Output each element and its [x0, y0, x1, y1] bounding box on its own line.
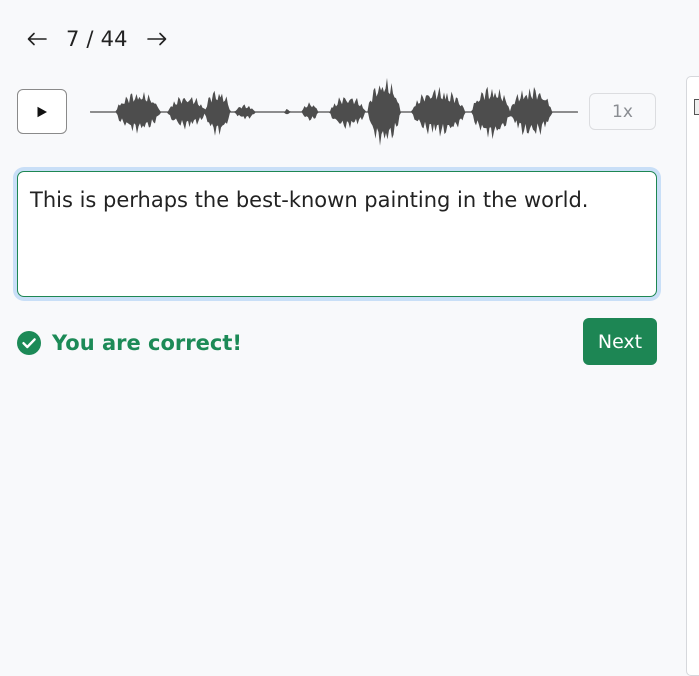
previous-button[interactable]	[26, 25, 48, 53]
next-button[interactable]: Next	[583, 318, 657, 365]
result-message: You are correct!	[16, 330, 242, 356]
result-text: You are correct!	[52, 331, 242, 355]
arrow-right-icon	[146, 32, 167, 46]
arrow-left-icon	[27, 32, 47, 46]
page-indicator: 7 / 44	[66, 27, 128, 51]
side-panel-handle	[694, 99, 699, 115]
waveform-shape	[90, 77, 578, 146]
answer-input[interactable]: This is perhaps the best-known painting …	[17, 171, 657, 297]
pager: 7 / 44	[26, 24, 168, 54]
check-circle-icon	[17, 331, 41, 355]
playback-speed-button[interactable]: 1x	[589, 93, 656, 130]
play-button[interactable]	[17, 89, 67, 134]
next-page-button[interactable]	[146, 25, 168, 53]
play-icon	[37, 106, 47, 117]
side-panel-edge	[686, 76, 699, 676]
audio-waveform[interactable]	[90, 72, 578, 152]
